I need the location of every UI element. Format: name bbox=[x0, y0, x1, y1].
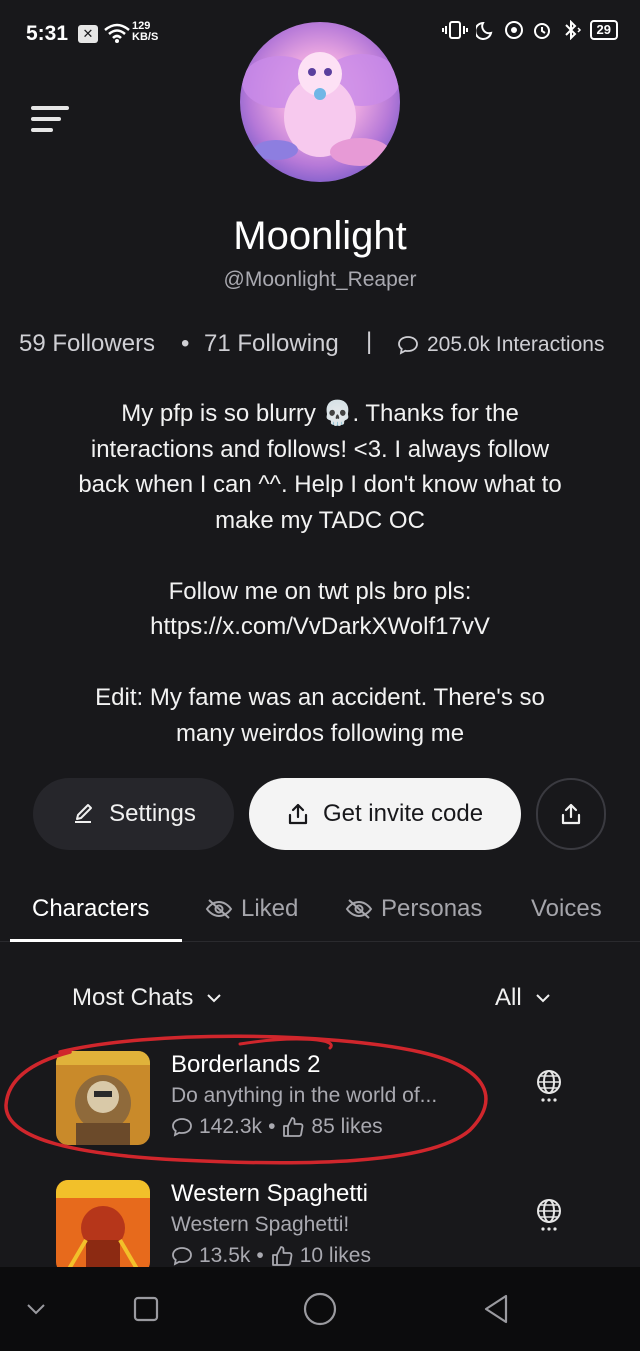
sort-dropdown[interactable]: Most Chats bbox=[72, 984, 223, 1012]
display-name: Moonlight bbox=[233, 214, 407, 258]
share-upload-icon bbox=[288, 803, 308, 825]
thumbs-up-icon bbox=[271, 1246, 293, 1266]
chat-bubble-icon bbox=[398, 336, 418, 355]
stats-separator: | bbox=[366, 328, 373, 355]
followers-count[interactable]: 59 Followers bbox=[19, 330, 155, 358]
nav-home-button[interactable] bbox=[298, 1267, 342, 1351]
share-profile-button[interactable] bbox=[536, 778, 606, 850]
invite-button-label: Get invite code bbox=[322, 800, 484, 827]
profile-stats: 59 Followers • 71 Following | 205.0k Int… bbox=[0, 328, 640, 360]
chevron-down-icon bbox=[27, 1304, 45, 1315]
vibrate-icon bbox=[441, 21, 468, 39]
nav-collapse-button[interactable] bbox=[16, 1267, 56, 1351]
at-sign-icon bbox=[504, 21, 523, 39]
tab-liked-label: Liked bbox=[241, 895, 299, 922]
status-time: 5:31 bbox=[26, 22, 69, 45]
character-thumbnail bbox=[56, 1180, 150, 1274]
sort-dropdown-label: Most Chats bbox=[72, 984, 194, 1011]
eye-off-icon bbox=[345, 899, 373, 919]
eye-off-icon bbox=[205, 899, 233, 919]
share-upload-icon bbox=[561, 803, 581, 825]
globe-icon[interactable] bbox=[535, 1198, 563, 1232]
profile-bio: My pfp is so blurry 💀. Thanks for the in… bbox=[78, 400, 562, 747]
meta-dot: • bbox=[256, 1244, 264, 1267]
square-icon bbox=[133, 1296, 159, 1322]
alarm-icon bbox=[533, 23, 550, 39]
character-chat-count: 142.3k bbox=[199, 1115, 263, 1138]
character-card[interactable]: Borderlands 2 Do anything in the world o… bbox=[0, 1051, 640, 1161]
active-tab-indicator bbox=[10, 939, 182, 942]
circle-icon bbox=[303, 1292, 337, 1326]
network-speed: 129 KB/S bbox=[132, 21, 158, 43]
username-handle: @Moonlight_Reaper bbox=[223, 268, 417, 291]
get-invite-code-button[interactable]: Get invite code bbox=[249, 778, 521, 850]
globe-icon[interactable] bbox=[535, 1069, 563, 1103]
character-title: Western Spaghetti bbox=[171, 1180, 369, 1207]
scope-dropdown[interactable]: All bbox=[495, 984, 552, 1012]
bluetooth-icon bbox=[564, 20, 581, 40]
triangle-back-icon bbox=[484, 1294, 508, 1324]
wifi-icon bbox=[104, 23, 130, 43]
character-description: Western Spaghetti! bbox=[171, 1213, 350, 1236]
scope-dropdown-label: All bbox=[495, 984, 522, 1011]
nav-recents-button[interactable] bbox=[124, 1267, 168, 1351]
avatar[interactable] bbox=[240, 22, 400, 182]
tab-characters[interactable]: Characters bbox=[32, 895, 149, 923]
meta-dot: • bbox=[268, 1115, 276, 1138]
character-stats: 13.5k • 10 likes bbox=[171, 1244, 371, 1268]
character-stats: 142.3k • 85 likes bbox=[171, 1115, 383, 1139]
stats-dot: • bbox=[181, 330, 190, 357]
hamburger-menu-icon[interactable] bbox=[31, 106, 69, 136]
battery-indicator: 29 bbox=[589, 20, 618, 40]
tab-liked[interactable]: Liked bbox=[205, 895, 298, 923]
chat-bubble-icon bbox=[172, 1247, 192, 1266]
chevron-down-icon bbox=[207, 994, 222, 1003]
character-likes: 85 likes bbox=[311, 1115, 383, 1138]
character-thumbnail bbox=[56, 1051, 150, 1145]
avatar-image bbox=[242, 52, 400, 166]
following-count[interactable]: 71 Following bbox=[204, 330, 339, 358]
nav-back-button[interactable] bbox=[474, 1267, 518, 1351]
character-likes: 10 likes bbox=[299, 1244, 371, 1267]
tab-voices-label: Voices bbox=[531, 895, 602, 922]
tab-characters-label: Characters bbox=[32, 895, 150, 922]
moon-icon bbox=[475, 21, 492, 40]
character-title: Borderlands 2 bbox=[171, 1051, 321, 1078]
tab-personas[interactable]: Personas bbox=[345, 895, 482, 923]
notification-icon: ✕ bbox=[78, 25, 98, 43]
chat-bubble-icon bbox=[172, 1118, 192, 1137]
status-icons: 29 bbox=[441, 20, 618, 40]
tab-voices[interactable]: Voices bbox=[531, 895, 602, 923]
system-nav-bar bbox=[0, 1267, 640, 1351]
tab-personas-label: Personas bbox=[381, 895, 483, 922]
pencil-icon bbox=[75, 804, 93, 823]
chevron-down-icon bbox=[535, 994, 550, 1003]
settings-button[interactable]: Settings bbox=[33, 778, 234, 850]
settings-button-label: Settings bbox=[109, 800, 196, 827]
character-chat-count: 13.5k bbox=[199, 1244, 251, 1267]
thumbs-up-icon bbox=[283, 1117, 304, 1137]
network-speed-unit: KB/S bbox=[132, 31, 159, 43]
character-description: Do anything in the world of... bbox=[171, 1084, 438, 1107]
profile-tabs: Characters Liked Personas Voices bbox=[0, 895, 640, 943]
interactions-count: 205.0k Interactions bbox=[427, 333, 605, 356]
